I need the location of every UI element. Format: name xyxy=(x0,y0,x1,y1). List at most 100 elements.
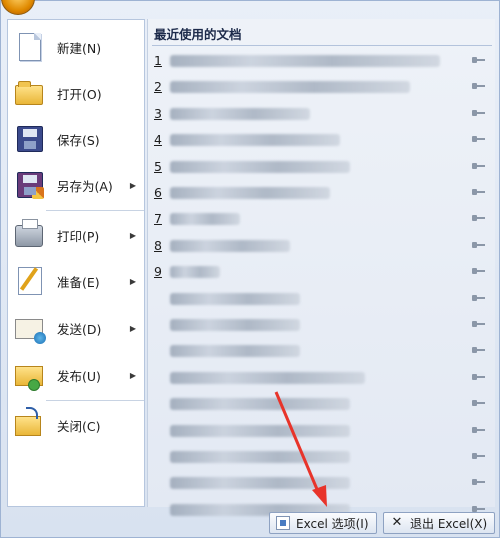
blurred-filename xyxy=(170,187,330,199)
menu-item-label: 发布(U) xyxy=(57,368,101,384)
exit-excel-button[interactable]: ✕ 退出 Excel(X) xyxy=(383,512,495,534)
exit-excel-label: 退出 Excel(X) xyxy=(410,516,488,531)
recent-document-number: 1 xyxy=(154,53,162,68)
blurred-filename xyxy=(170,292,300,305)
recent-document-number: 3 xyxy=(154,105,162,121)
recent-documents-title: 最近使用的文档 xyxy=(154,27,242,42)
menu-item-print[interactable]: 打印(P) ▶ xyxy=(8,212,144,258)
recent-document-row[interactable]: 1 xyxy=(148,49,492,73)
recent-document-number: 2 xyxy=(154,79,162,95)
submenu-arrow-icon: ▶ xyxy=(129,230,136,240)
excel-options-button[interactable]: Excel 选项(I) xyxy=(269,512,377,534)
pin-icon[interactable] xyxy=(472,212,486,224)
pin-icon[interactable] xyxy=(472,450,486,462)
blurred-filename xyxy=(170,371,365,384)
title-divider xyxy=(152,45,492,46)
recent-document-row[interactable] xyxy=(148,313,492,337)
menu-item-label: 打开(O) xyxy=(57,86,102,102)
blurred-filename xyxy=(170,319,300,331)
submenu-arrow-icon: ▶ xyxy=(129,276,136,286)
menu-item-save-as[interactable]: 另存为(A) ▶ xyxy=(8,162,144,208)
bottom-button-bar: Excel 选项(I) ✕ 退出 Excel(X) xyxy=(1,509,500,538)
save-disk-icon xyxy=(15,124,45,154)
recent-document-row[interactable] xyxy=(148,366,492,390)
prepare-icon xyxy=(15,266,45,296)
options-icon xyxy=(276,516,290,530)
pin-icon[interactable] xyxy=(472,107,486,119)
blurred-filename xyxy=(170,213,240,226)
menu-item-label: 准备(E) xyxy=(57,274,100,290)
recent-document-row[interactable] xyxy=(148,339,492,363)
open-folder-icon xyxy=(15,78,45,108)
menu-item-save[interactable]: 保存(S) xyxy=(8,116,144,162)
menu-item-label: 关闭(C) xyxy=(57,418,101,434)
blurred-filename xyxy=(170,239,290,252)
office-button-icon[interactable] xyxy=(1,0,35,15)
pin-icon[interactable] xyxy=(472,133,486,145)
menu-item-label: 打印(P) xyxy=(57,228,100,244)
recent-document-row[interactable] xyxy=(148,392,492,416)
blurred-filename xyxy=(170,398,350,411)
pin-icon[interactable] xyxy=(472,424,486,436)
blurred-filename xyxy=(170,424,350,437)
recent-document-row[interactable]: 2 xyxy=(148,75,492,99)
recent-document-number: 5 xyxy=(154,158,162,174)
recent-document-row[interactable]: 9 xyxy=(148,260,492,284)
recent-document-row[interactable]: 4 xyxy=(148,128,492,152)
recent-document-row[interactable] xyxy=(148,287,492,311)
pin-icon[interactable] xyxy=(472,397,486,409)
recent-document-row[interactable]: 5 xyxy=(148,155,492,179)
recent-document-row[interactable]: 7 xyxy=(148,207,492,231)
command-pane: 新建(N) 打开(O) 保存(S) 另存为(A) ▶ 打印(P) ▶ 准备(E)… xyxy=(7,19,145,507)
pin-icon[interactable] xyxy=(472,239,486,251)
recent-document-row[interactable] xyxy=(148,419,492,443)
blurred-filename xyxy=(170,55,440,67)
menu-item-new[interactable]: 新建(N) xyxy=(8,24,144,70)
pin-icon[interactable] xyxy=(472,371,486,383)
blurred-filename xyxy=(170,107,310,120)
recent-document-number: 6 xyxy=(154,185,162,200)
pin-icon[interactable] xyxy=(472,265,486,277)
pin-icon[interactable] xyxy=(472,292,486,304)
blurred-filename xyxy=(170,134,340,147)
pin-icon[interactable] xyxy=(472,160,486,172)
pin-icon[interactable] xyxy=(472,80,486,92)
recent-document-row[interactable] xyxy=(148,471,492,495)
blurred-filename xyxy=(170,345,300,358)
menu-item-label: 保存(S) xyxy=(57,132,100,148)
printer-icon xyxy=(15,219,45,250)
send-icon xyxy=(15,313,46,344)
menu-item-send[interactable]: 发送(D) ▶ xyxy=(8,305,144,351)
menu-item-label: 另存为(A) xyxy=(57,178,113,194)
office-menu: 新建(N) 打开(O) 保存(S) 另存为(A) ▶ 打印(P) ▶ 准备(E)… xyxy=(0,0,500,538)
recent-document-row[interactable]: 8 xyxy=(148,234,492,258)
recent-documents-pane: 最近使用的文档 1 2 3 4 5 6 7 8 9 xyxy=(147,19,495,516)
submenu-arrow-icon: ▶ xyxy=(129,323,136,333)
menu-separator xyxy=(46,210,144,211)
menu-separator xyxy=(46,400,144,401)
menu-item-close[interactable]: 关闭(C) xyxy=(8,402,144,448)
save-as-icon xyxy=(15,170,45,200)
pin-icon[interactable] xyxy=(472,186,486,198)
blurred-filename xyxy=(170,477,350,490)
publish-icon xyxy=(15,360,45,391)
pin-icon[interactable] xyxy=(472,476,486,488)
menu-item-publish[interactable]: 发布(U) ▶ xyxy=(8,352,144,398)
recent-document-number: 8 xyxy=(154,237,162,253)
recent-document-number: 9 xyxy=(154,264,162,280)
close-folder-icon xyxy=(15,407,45,440)
submenu-arrow-icon: ▶ xyxy=(129,370,136,380)
blurred-filename xyxy=(170,451,350,463)
menu-item-prepare[interactable]: 准备(E) ▶ xyxy=(8,258,144,304)
pin-icon[interactable] xyxy=(472,318,486,330)
recent-document-row[interactable] xyxy=(148,445,492,469)
menu-item-open[interactable]: 打开(O) xyxy=(8,70,144,116)
recent-document-number: 7 xyxy=(154,211,162,227)
recent-document-row[interactable]: 6 xyxy=(148,181,492,205)
blurred-filename xyxy=(170,81,410,94)
pin-icon[interactable] xyxy=(472,54,486,66)
pin-icon[interactable] xyxy=(472,344,486,356)
submenu-arrow-icon: ▶ xyxy=(129,180,136,190)
recent-document-row[interactable]: 3 xyxy=(148,102,492,126)
blurred-filename xyxy=(170,266,220,279)
